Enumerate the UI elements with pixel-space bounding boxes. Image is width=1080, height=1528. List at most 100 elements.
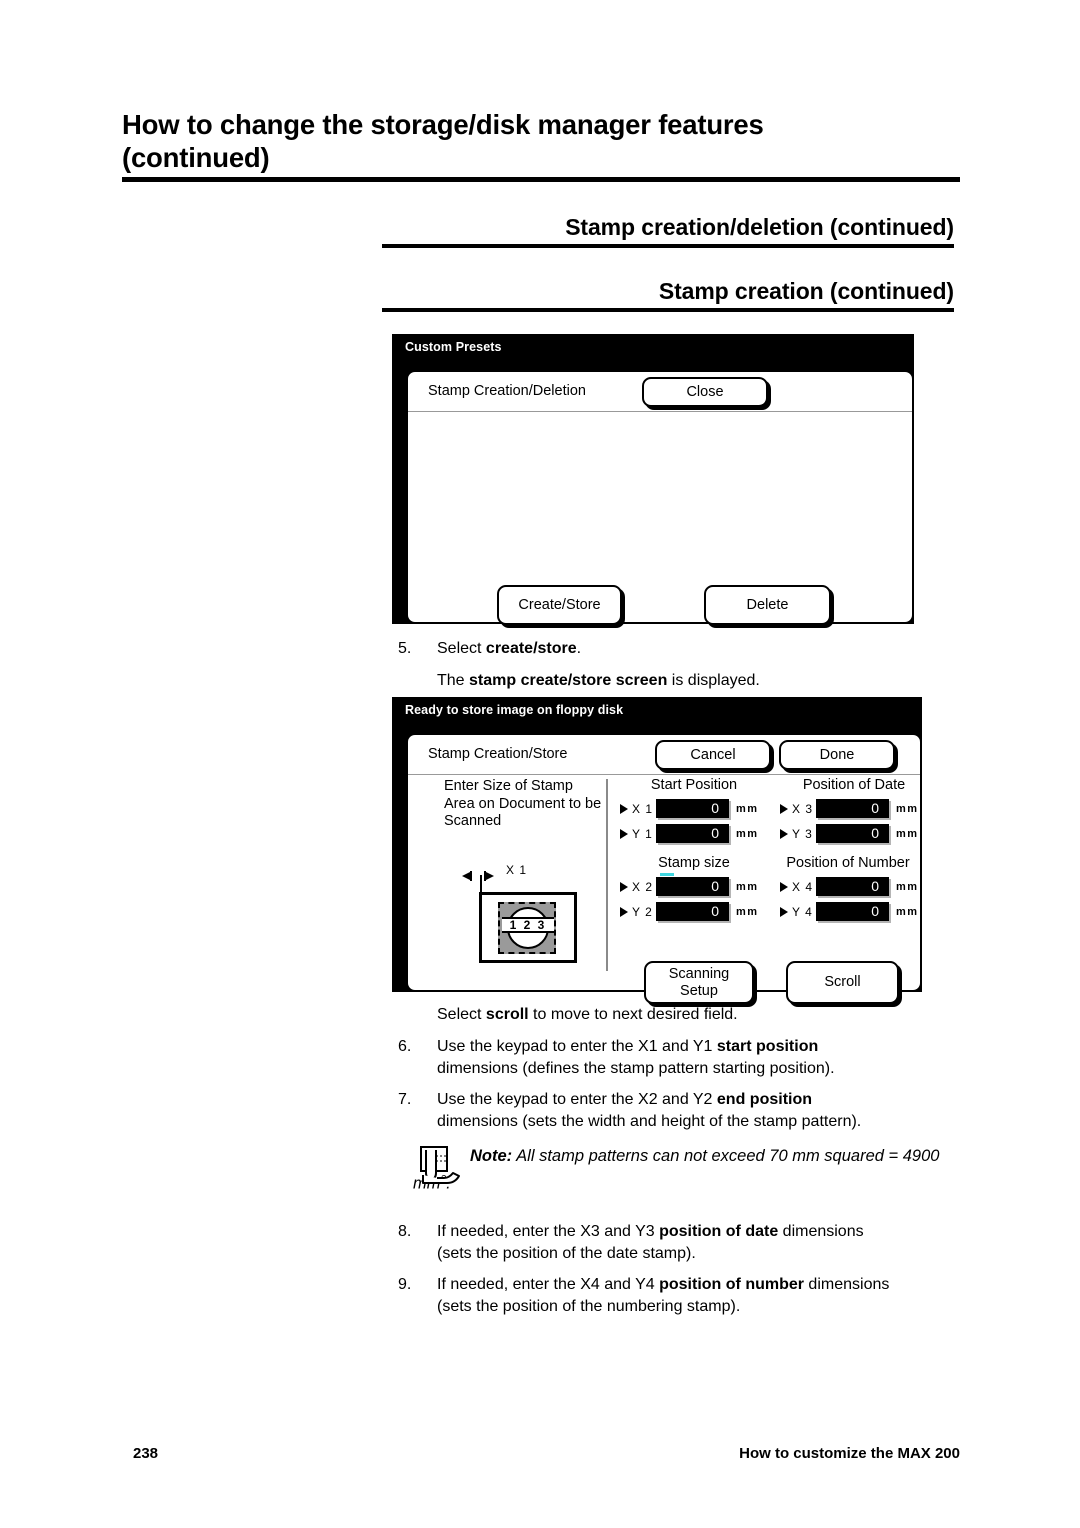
step-7-line1-bold: end position: [716, 1091, 813, 1108]
scanning-setup-label-line1: Scanning: [668, 965, 730, 982]
field-bullet-icon: [780, 803, 788, 814]
step-7-line1-pre: Use the keypad to enter the X2 and Y2: [437, 1091, 717, 1108]
step-9-number: 9.: [398, 1276, 412, 1293]
scroll-instruction-line: Select scroll to move to next desired fi…: [390, 1004, 960, 1026]
field-input-y4[interactable]: 0: [816, 902, 889, 921]
step-9-line1-post: dimensions: [803, 1276, 890, 1293]
step-9-line2: (sets the position of the numbering stam…: [437, 1297, 741, 1315]
done-button[interactable]: Done: [779, 740, 895, 770]
group-title-stamp-size: Stamp size: [658, 855, 730, 871]
step-8-number: 8.: [398, 1223, 412, 1240]
step-5-line2-pre: The: [437, 671, 470, 689]
cancel-button[interactable]: Cancel: [655, 740, 771, 770]
field-row-x3[interactable]: X 3 0 mm: [780, 796, 928, 821]
field-input-y2[interactable]: 0: [656, 902, 729, 921]
field-input-x4[interactable]: 0: [816, 877, 889, 896]
step-5-continuation: The stamp create/store screen is display…: [390, 670, 960, 692]
step-5-line1-bold: create/store: [485, 640, 577, 657]
page-title: How to change the storage/disk manager f…: [122, 108, 960, 182]
custom-presets-titlebar-label: Custom Presets: [405, 340, 502, 354]
stamp-store-screen-header: Stamp Creation/Store Cancel Done: [408, 735, 920, 775]
note-label: Note:: [470, 1147, 513, 1165]
field-group-stamp-size: Stamp size X 2 0 mm Y 2 0 mm: [620, 855, 768, 924]
field-label-x4: X 4: [792, 879, 814, 894]
field-input-y1[interactable]: 0: [656, 824, 729, 843]
step-5-number: 5.: [398, 640, 412, 657]
field-input-x1[interactable]: 0: [656, 799, 729, 818]
stamp-creation-store-screen: Ready to store image on floppy disk Stam…: [392, 697, 922, 1004]
footer-title: How to customize the MAX 200: [739, 1445, 960, 1462]
delete-button[interactable]: Delete: [704, 585, 831, 625]
stamp-store-screen-name: Stamp Creation/Store: [428, 746, 568, 762]
stamp-digits-label: 1 2 3: [502, 917, 554, 933]
page-title-line2: (continued): [122, 142, 270, 173]
field-row-x2[interactable]: X 2 0 mm: [620, 874, 768, 899]
field-row-y3[interactable]: Y 3 0 mm: [780, 821, 928, 846]
step-7-line2: dimensions (sets the width and height of…: [437, 1112, 862, 1130]
scanning-setup-button[interactable]: Scanning Setup: [644, 961, 754, 1004]
stamp-area-region: 1 2 3: [498, 902, 556, 954]
group-title-start-position: Start Position: [650, 777, 738, 793]
subheading-1-text: Stamp creation/deletion (continued): [565, 214, 954, 240]
diagram-dimension-label: X 1: [506, 863, 528, 877]
step-7: 7. Use the keypad to enter the X2 and Y2…: [390, 1089, 960, 1132]
field-unit-x4: mm: [896, 880, 919, 893]
field-unit-y1: mm: [736, 827, 759, 840]
field-unit-x1: mm: [736, 802, 759, 815]
field-bullet-icon: [620, 828, 628, 839]
field-row-y4[interactable]: Y 4 0 mm: [768, 899, 928, 924]
field-input-x2[interactable]: 0: [656, 877, 729, 896]
field-input-y3[interactable]: 0: [816, 824, 889, 843]
step-5-text: 5. Select create/store. The stamp create…: [390, 638, 960, 691]
close-button[interactable]: Close: [642, 377, 768, 407]
field-bullet-icon: [780, 881, 788, 892]
step-9-line1-bold: position of number: [659, 1276, 804, 1293]
scroll-instruction: Select scroll to move to next desired fi…: [390, 1004, 960, 1026]
subheading-2-text: Stamp creation (continued): [658, 278, 954, 304]
field-bullet-icon: [780, 828, 788, 839]
group-title-position-of-number: Position of Number: [786, 855, 910, 871]
field-group-position-of-date: Position of Date X 3 0 mm Y 3 0 mm: [780, 777, 928, 846]
field-label-x2: X 2: [632, 879, 654, 894]
field-row-x1[interactable]: X 1 0 mm: [620, 796, 768, 821]
step-6-line1-pre: Use the keypad to enter the X1 and Y1: [437, 1038, 717, 1055]
field-bullet-icon: [780, 906, 788, 917]
field-unit-x3: mm: [896, 802, 919, 815]
custom-presets-screen: Custom Presets Stamp Creation/Deletion C…: [392, 334, 914, 625]
step-8-line2: (sets the position of the date stamp).: [437, 1244, 696, 1262]
step-5-line1-pre: Select: [437, 640, 486, 657]
scroll-note-post: to move to next desired field.: [528, 1006, 738, 1023]
subheading-2-rule: [382, 308, 954, 312]
field-label-x3: X 3: [792, 801, 814, 816]
custom-presets-screen-name: Stamp Creation/Deletion: [428, 383, 586, 399]
scanning-setup-label-line2: Setup: [680, 982, 718, 999]
field-bullet-icon: [620, 803, 628, 814]
step-7-number: 7.: [398, 1091, 412, 1108]
stamp-store-body: Enter Size of Stamp Area on Document to …: [408, 775, 920, 1004]
group-title-position-of-date: Position of Date: [802, 777, 906, 793]
step-6: 6. Use the keypad to enter the X1 and Y1…: [390, 1036, 960, 1079]
diagram-leader-line: [480, 875, 482, 893]
field-input-x3[interactable]: 0: [816, 799, 889, 818]
footer-page-number: 238: [133, 1445, 159, 1462]
stamp-store-inner-panel: Stamp Creation/Store Cancel Done Enter S…: [406, 733, 922, 1004]
custom-presets-inner-panel: Stamp Creation/Deletion Close Create/Sto…: [406, 370, 914, 625]
steps-8-9: 8. If needed, enter the X3 and Y3 positi…: [390, 1221, 960, 1317]
step-5-line1-post: .: [576, 640, 582, 657]
field-row-x4[interactable]: X 4 0 mm: [768, 874, 928, 899]
create-store-button[interactable]: Create/Store: [497, 585, 622, 625]
page-title-rule: [122, 177, 960, 182]
scroll-note-bold: scroll: [485, 1006, 529, 1023]
step-9-line1-pre: If needed, enter the X4 and Y4: [437, 1276, 660, 1293]
note-callout: Note: All stamp patterns can not exceed …: [413, 1145, 961, 1196]
stamp-area-instruction: Enter Size of Stamp Area on Document to …: [444, 778, 602, 829]
field-row-y2[interactable]: Y 2 0 mm: [620, 899, 768, 924]
field-row-y1[interactable]: Y 1 0 mm: [620, 821, 768, 846]
scroll-button[interactable]: Scroll: [786, 961, 899, 1004]
stamp-store-titlebar-label: Ready to store image on floppy disk: [405, 703, 624, 717]
step-8-line1-bold: position of date: [659, 1223, 779, 1240]
step-6-number: 6.: [398, 1038, 412, 1055]
field-unit-y2: mm: [736, 905, 759, 918]
field-unit-y4: mm: [896, 905, 919, 918]
step-8: 8. If needed, enter the X3 and Y3 positi…: [390, 1221, 960, 1264]
